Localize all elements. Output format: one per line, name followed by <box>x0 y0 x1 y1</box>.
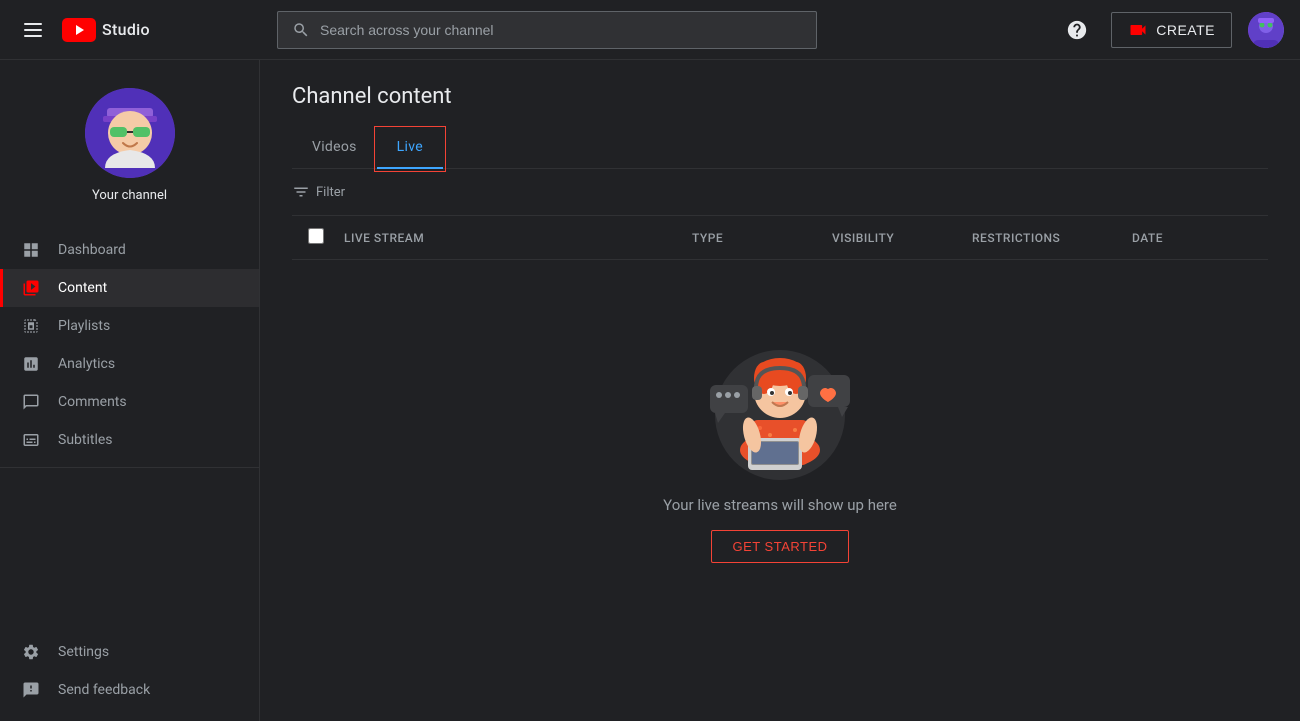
sidebar-item-settings[interactable]: Settings <box>0 633 259 671</box>
sidebar-item-comments[interactable]: Comments <box>0 383 259 421</box>
logo-area[interactable]: Studio <box>62 18 150 42</box>
nav-right: CREATE <box>1059 12 1284 48</box>
sidebar-item-playlists-label: Playlists <box>58 318 110 334</box>
sidebar-item-feedback-label: Send feedback <box>58 682 150 698</box>
top-navigation: Studio CREATE <box>0 0 1300 60</box>
question-mark-icon <box>1066 19 1088 41</box>
content-inner: Channel content Videos Live Filter <box>260 60 1300 627</box>
grid-icon <box>20 241 42 259</box>
filter-bar: Filter <box>292 169 1268 216</box>
gear-icon <box>20 643 42 661</box>
sidebar-item-playlists[interactable]: Playlists <box>0 307 259 345</box>
th-visibility: Visibility <box>832 231 972 245</box>
create-label: CREATE <box>1156 22 1215 38</box>
feedback-icon <box>20 681 42 699</box>
search-icon <box>292 21 310 39</box>
page-title: Channel content <box>292 84 1268 109</box>
video-camera-icon <box>1128 20 1148 40</box>
nav-items: Dashboard Content Playlists <box>0 223 259 625</box>
main-body: Your channel Dashboard Content <box>0 60 1300 721</box>
th-date: Date <box>1132 231 1252 245</box>
channel-avatar-image <box>85 88 175 178</box>
sidebar-item-dashboard[interactable]: Dashboard <box>0 231 259 269</box>
search-input[interactable] <box>320 22 802 38</box>
tab-live[interactable]: Live <box>377 129 443 169</box>
sidebar-item-settings-label: Settings <box>58 644 109 660</box>
sidebar-item-dashboard-label: Dashboard <box>58 242 126 258</box>
sidebar-item-content-label: Content <box>58 280 107 296</box>
avatar[interactable] <box>1248 12 1284 48</box>
table-header: Live stream Type Visibility Restrictions… <box>292 216 1268 260</box>
hamburger-menu[interactable] <box>16 15 50 45</box>
empty-state-text: Your live streams will show up here <box>663 496 897 514</box>
th-restrictions: Restrictions <box>972 231 1132 245</box>
filter-label: Filter <box>316 185 345 200</box>
th-type: Type <box>692 231 832 245</box>
youtube-icon <box>62 18 96 42</box>
analytics-icon <box>20 355 42 373</box>
filter-button[interactable]: Filter <box>292 183 345 201</box>
select-all-checkbox[interactable] <box>308 228 324 244</box>
tab-videos[interactable]: Videos <box>292 129 377 169</box>
sidebar-item-comments-label: Comments <box>58 394 127 410</box>
th-live-stream: Live stream <box>344 231 692 245</box>
empty-state-illustration <box>690 320 870 480</box>
create-button[interactable]: CREATE <box>1111 12 1232 48</box>
channel-profile: Your channel <box>0 60 259 223</box>
sidebar-item-subtitles[interactable]: Subtitles <box>0 421 259 459</box>
select-all-checkbox-container[interactable] <box>308 228 344 247</box>
avatar-image <box>1248 12 1284 48</box>
channel-avatar[interactable] <box>85 88 175 178</box>
tabs-container: Videos Live <box>292 129 1268 169</box>
sidebar-item-feedback[interactable]: Send feedback <box>0 671 259 709</box>
studio-label: Studio <box>102 20 150 39</box>
nav-divider <box>0 467 259 468</box>
filter-icon-svg <box>292 183 310 201</box>
playlists-icon <box>20 317 42 335</box>
help-button[interactable] <box>1059 12 1095 48</box>
sidebar-item-content[interactable]: Content <box>0 269 259 307</box>
sidebar-item-subtitles-label: Subtitles <box>58 432 113 448</box>
sidebar-bottom: Settings Send feedback <box>0 625 259 721</box>
sidebar-item-analytics-label: Analytics <box>58 356 115 372</box>
sidebar: Your channel Dashboard Content <box>0 60 260 721</box>
subtitles-icon <box>20 431 42 449</box>
content-area: Channel content Videos Live Filter <box>260 60 1300 721</box>
content-icon <box>20 279 42 297</box>
comments-icon <box>20 393 42 411</box>
empty-state: Your live streams will show up here GET … <box>292 260 1268 603</box>
sidebar-item-analytics[interactable]: Analytics <box>0 345 259 383</box>
get-started-button[interactable]: GET STARTED <box>711 530 848 563</box>
search-bar[interactable] <box>277 11 817 49</box>
channel-name: Your channel <box>92 188 167 203</box>
